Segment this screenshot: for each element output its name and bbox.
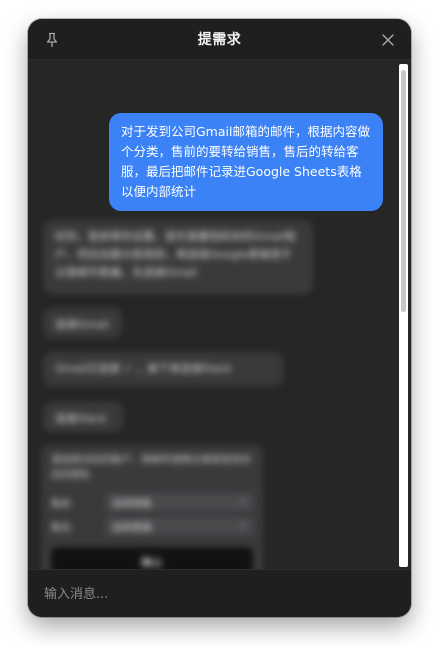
form-label: 售前 bbox=[51, 498, 71, 510]
bot-message: Gmail已连接 ✓ ，接下来连接Slack bbox=[43, 352, 283, 386]
select-value: 选择客服 bbox=[112, 523, 152, 534]
form-row: 售前 选择销售 ⌄ bbox=[51, 493, 253, 511]
chat-window: 提需求 对于发到公司Gmail邮箱的邮件，根据内容做个分类，售前的要转给销售，售… bbox=[28, 19, 411, 617]
form-row: 售后 选择客服 ⌄ bbox=[51, 517, 253, 535]
bot-message: 连接Slack bbox=[43, 402, 123, 432]
title-bar: 提需求 bbox=[28, 19, 411, 60]
aftersales-select[interactable]: 选择客服 ⌄ bbox=[106, 517, 253, 535]
scrollbar-thumb[interactable] bbox=[401, 70, 406, 312]
scrollbar[interactable] bbox=[399, 64, 408, 567]
window-title: 提需求 bbox=[197, 32, 242, 48]
bot-message: 好的，我来帮你设置。首先需要授权你的Gmail账户，然后创建分类规则，再连接Go… bbox=[43, 220, 313, 294]
pin-icon[interactable] bbox=[43, 31, 61, 49]
user-message: 对于发到公司Gmail邮箱的邮件，根据内容做个分类，售前的要转给销售，售后的转给… bbox=[109, 113, 383, 211]
message-input-bar bbox=[28, 569, 411, 617]
form-description: 请选择对应的账户，将邮件按照分类转发到对应的团队 bbox=[51, 455, 251, 481]
chat-area: 对于发到公司Gmail邮箱的邮件，根据内容做个分类，售前的要转给销售，售后的转给… bbox=[28, 60, 411, 593]
close-icon[interactable] bbox=[379, 31, 397, 49]
presales-select[interactable]: 选择销售 ⌄ bbox=[106, 493, 253, 511]
message-input[interactable] bbox=[44, 582, 384, 606]
bot-message: 连接Gmail bbox=[43, 308, 122, 338]
chevron-down-icon: ⌄ bbox=[238, 519, 247, 530]
chevron-down-icon: ⌄ bbox=[238, 495, 247, 506]
select-value: 选择销售 bbox=[112, 499, 152, 510]
form-label: 售后 bbox=[51, 522, 71, 534]
